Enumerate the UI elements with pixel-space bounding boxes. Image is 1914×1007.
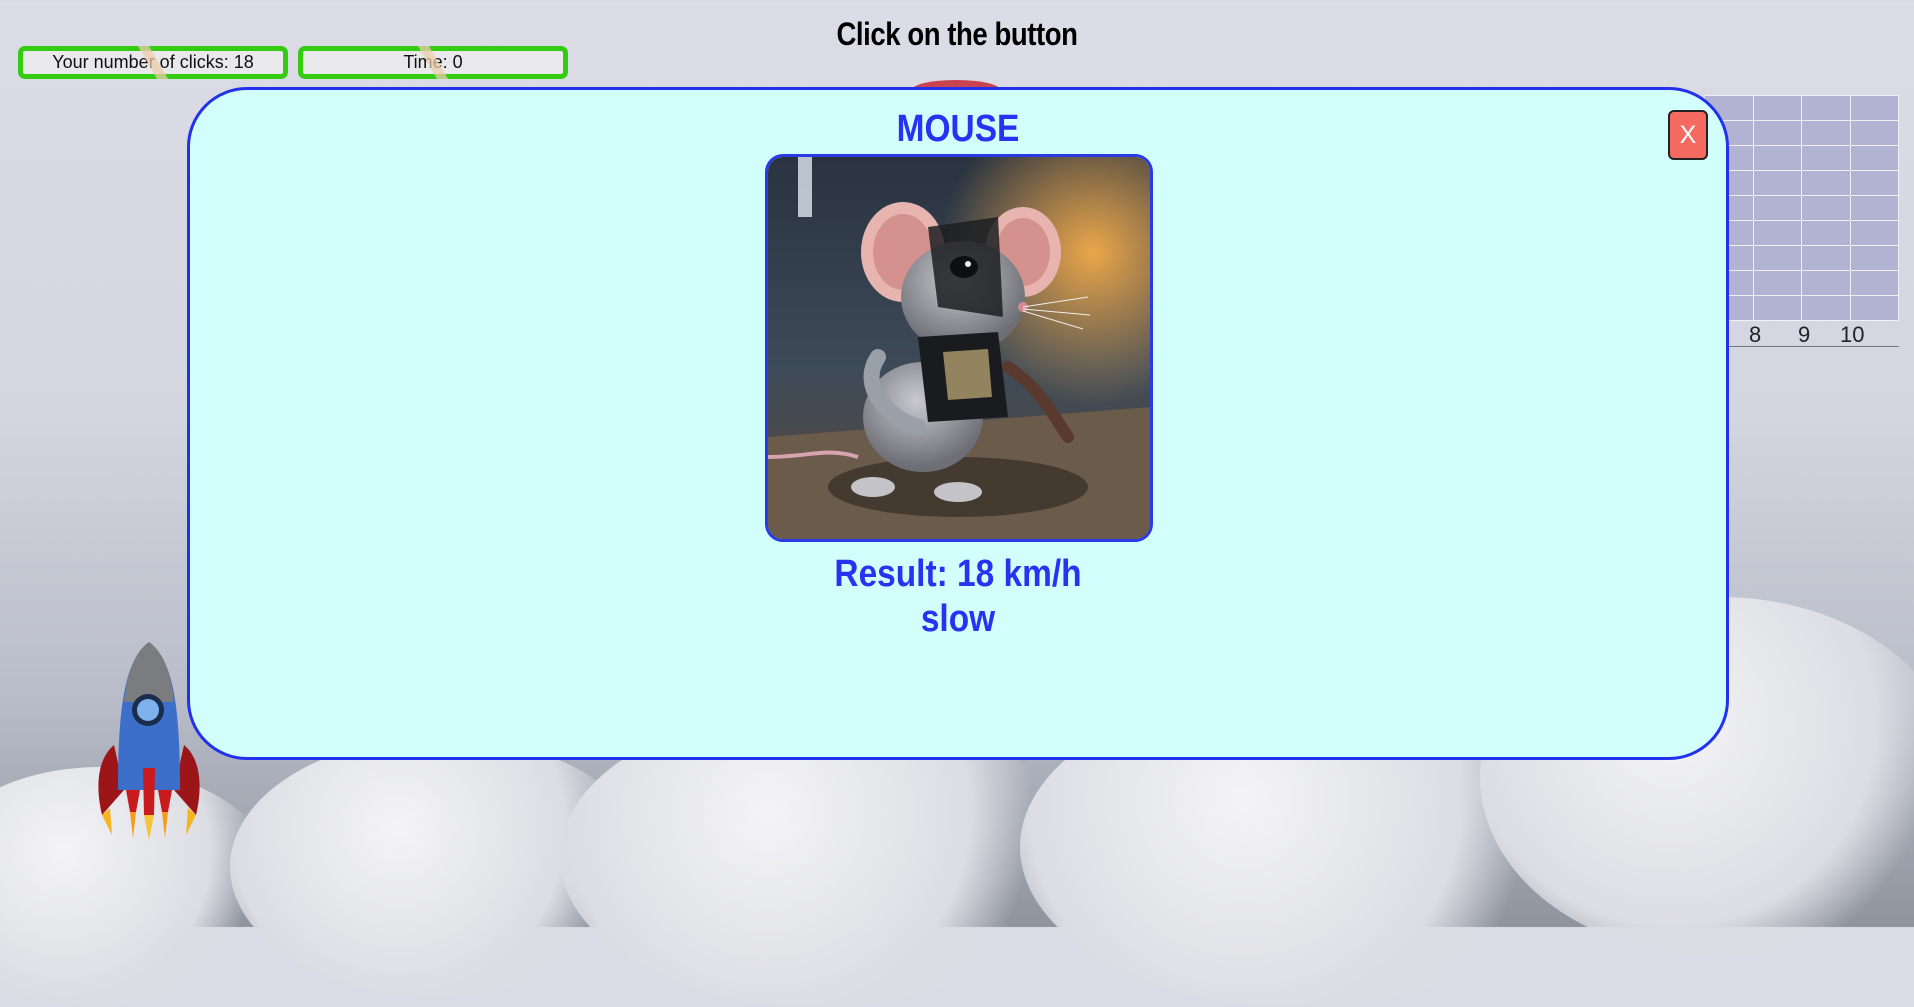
grid-cell	[1802, 296, 1851, 321]
time-counter: Time: 0	[298, 46, 568, 79]
grid-cell	[1850, 96, 1899, 121]
grid-cell	[1802, 246, 1851, 271]
axis-label-8: 8	[1749, 322, 1762, 347]
grid-cell	[1753, 296, 1802, 321]
axis-label-10: 10	[1840, 322, 1865, 347]
grid-cell	[1850, 221, 1899, 246]
grid-cell	[1802, 96, 1851, 121]
grid-cell	[1753, 146, 1802, 171]
grid-cell	[1850, 171, 1899, 196]
grid-cell	[1753, 246, 1802, 271]
grid-cell	[1850, 146, 1899, 171]
grid-cell	[1850, 271, 1899, 296]
grid-cell	[1802, 146, 1851, 171]
grid-cell	[1802, 271, 1851, 296]
grid-cell	[1850, 246, 1899, 271]
grid-cell	[1802, 171, 1851, 196]
grid-cell	[1753, 271, 1802, 296]
close-button[interactable]: X	[1668, 110, 1708, 160]
grid-axis: 8 9 10	[1705, 322, 1899, 347]
result-modal: MOUSE X Result: 18 km/h slow	[187, 87, 1729, 760]
grid-cell	[1850, 296, 1899, 321]
grid-cell	[1753, 221, 1802, 246]
result-verdict: slow	[920, 598, 996, 640]
grid-cell	[1753, 96, 1802, 121]
grid-cell	[1802, 196, 1851, 221]
grid-cell	[1753, 121, 1802, 146]
grid-cell	[1850, 196, 1899, 221]
speed-grid	[1705, 95, 1899, 321]
grid-cell	[1753, 171, 1802, 196]
grid-cell	[1802, 121, 1851, 146]
robot-mouse-image	[765, 154, 1153, 542]
grid-cell	[1850, 121, 1899, 146]
grid-cell	[1802, 221, 1851, 246]
click-counter: Your number of clicks: 18	[18, 46, 288, 79]
result-speed: Result: 18 km/h	[834, 553, 1082, 595]
modal-title: MOUSE	[896, 108, 1020, 150]
axis-label-9: 9	[1798, 322, 1811, 347]
grid-cell	[1753, 196, 1802, 221]
